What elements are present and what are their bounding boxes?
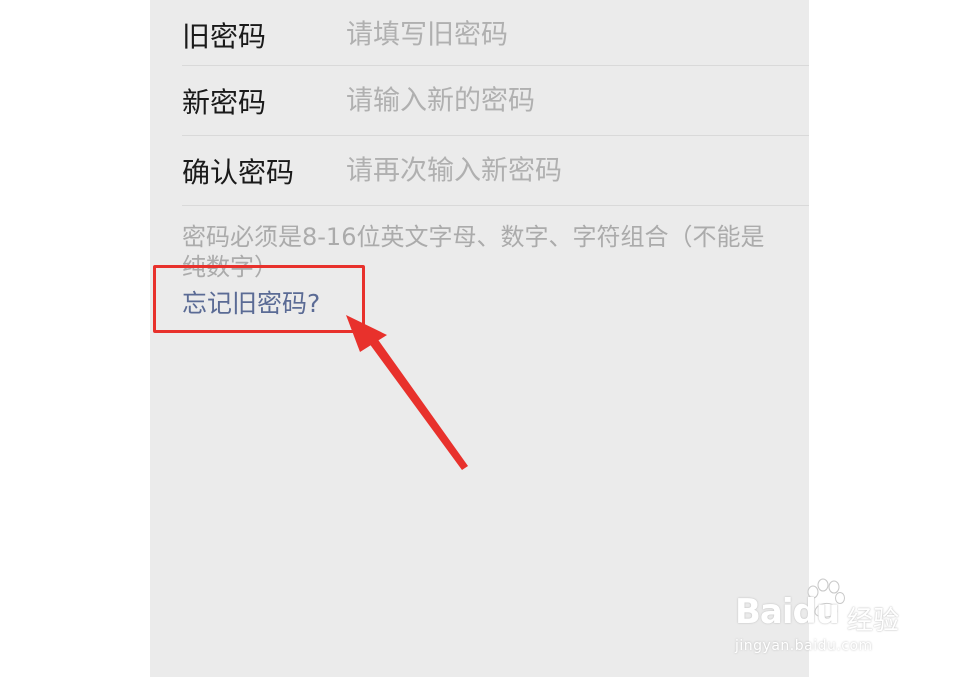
old-password-input[interactable] bbox=[346, 19, 786, 50]
new-password-input[interactable] bbox=[346, 85, 786, 116]
confirm-password-row: 确认密码 bbox=[182, 136, 809, 205]
change-password-screen: 旧密码 新密码 确认密码 密码必须是8-16位英文字母、数字、字符组合（不能是纯… bbox=[150, 0, 809, 677]
new-password-row: 新密码 bbox=[182, 66, 809, 135]
screenshot-stage: 旧密码 新密码 确认密码 密码必须是8-16位英文字母、数字、字符组合（不能是纯… bbox=[0, 0, 960, 680]
watermark-brand: Baidu bbox=[735, 592, 840, 632]
baidu-jingyan-watermark: Baidu 经验 jingyan.baidu.com bbox=[735, 578, 915, 658]
new-password-label: 新密码 bbox=[182, 85, 267, 119]
old-password-label: 旧密码 bbox=[182, 19, 267, 53]
old-password-row: 旧密码 bbox=[182, 0, 809, 69]
confirm-password-input[interactable] bbox=[346, 155, 786, 186]
divider bbox=[182, 205, 809, 206]
watermark-brand-suffix: 经验 bbox=[847, 606, 900, 636]
confirm-password-label: 确认密码 bbox=[182, 155, 295, 189]
watermark-url: jingyan.baidu.com bbox=[735, 638, 873, 654]
annotation-highlight-box bbox=[153, 265, 365, 333]
